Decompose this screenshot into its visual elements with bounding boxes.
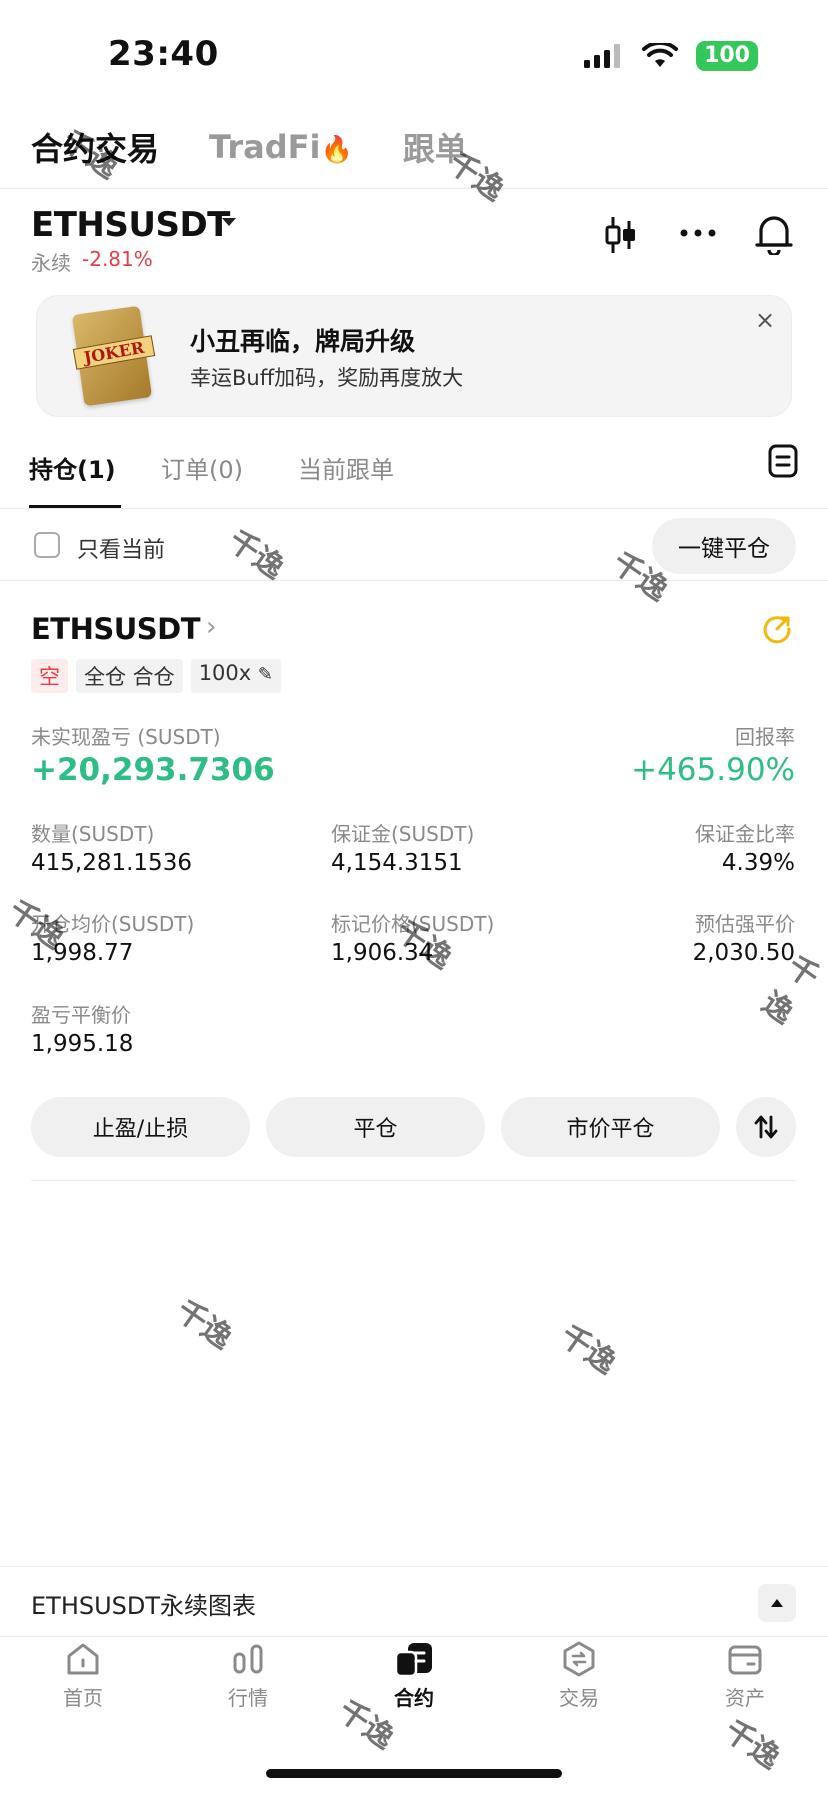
close-all-button[interactable]: 一键平仓 [652, 518, 796, 574]
battery-indicator: 100 [696, 41, 758, 71]
nav-market-label: 行情 [228, 1686, 268, 1710]
nav-home-label: 首页 [63, 1686, 103, 1710]
close-position-button[interactable]: 平仓 [266, 1097, 485, 1157]
nav-home[interactable]: 首页 [13, 1640, 153, 1711]
banner-title: 小丑再临，牌局升级 [190, 327, 416, 356]
nav-futures-label: 合约 [394, 1686, 434, 1710]
tab-current-copytrade[interactable]: 当前跟单 [298, 450, 394, 485]
position-symbol[interactable]: ETHSUSDT [31, 612, 201, 646]
symbol-selector[interactable]: ETHSUSDT [31, 205, 230, 245]
trade-icon [563, 1641, 595, 1677]
home-indicator[interactable] [266, 1769, 562, 1778]
reverse-position-button[interactable] [736, 1097, 796, 1157]
side-tag: 空 [31, 659, 68, 693]
notification-bell-icon[interactable] [755, 213, 793, 255]
wifi-icon [642, 43, 679, 67]
margin-label: 保证金(SUSDT) [331, 822, 475, 846]
card-divider [31, 1180, 796, 1181]
tab-tradfi-label: TradFi [209, 128, 321, 166]
chevron-down-icon[interactable] [222, 218, 236, 226]
breakeven-value: 1,995.18 [31, 1031, 134, 1057]
current-only-checkbox[interactable] [34, 532, 60, 558]
edit-pencil-icon: ✎ [257, 664, 273, 685]
order-history-icon[interactable] [768, 444, 798, 478]
chevron-right-icon[interactable]: › [206, 612, 216, 642]
tpsl-button[interactable]: 止盈/止损 [31, 1097, 250, 1157]
more-options-icon[interactable] [680, 227, 716, 239]
status-time: 23:40 [108, 34, 219, 74]
market-icon [233, 1644, 263, 1674]
swap-arrows-icon [754, 1115, 778, 1139]
current-only-label: 只看当前 [77, 538, 166, 563]
liq-price-label[interactable]: 预估强平价 [695, 908, 795, 937]
nav-top-divider [0, 1636, 828, 1637]
nav-assets[interactable]: 资产 [675, 1640, 815, 1711]
watermark: 千逸 [221, 523, 291, 587]
unrealized-pnl-value: +20,293.7306 [31, 752, 275, 788]
nav-futures[interactable]: 合约 [344, 1640, 484, 1711]
nav-trade-label: 交易 [559, 1686, 599, 1710]
contract-type: 永续 [31, 251, 71, 275]
chart-expand-button[interactable] [758, 1584, 796, 1622]
liq-price-value: 2,030.50 [692, 940, 795, 966]
watermark: 千逸 [553, 1318, 623, 1382]
roe-label: 回报率 [735, 725, 795, 749]
breakeven-label[interactable]: 盈亏平衡价 [31, 999, 131, 1028]
leverage-tag[interactable]: 100x ✎ [190, 659, 281, 693]
banner-subtitle: 幸运Buff加码，奖励再度放大 [190, 366, 464, 390]
tab-positions[interactable]: 持仓(1) [29, 450, 116, 485]
margin-value: 4,154.3151 [331, 850, 463, 876]
status-icons: 100 [584, 38, 758, 74]
triangle-up-icon [771, 1599, 783, 1607]
margin-mode-tag: 全仓 合仓 [76, 659, 183, 693]
wallet-icon [728, 1645, 762, 1675]
price-change: -2.81% [82, 247, 153, 271]
margin-ratio-value: 4.39% [721, 850, 795, 876]
tabs-divider [0, 508, 828, 509]
header-divider [0, 188, 828, 189]
roe-value: +465.90% [631, 752, 795, 788]
cellular-signal-icon [584, 44, 621, 68]
banner-close-icon[interactable]: × [755, 306, 775, 334]
share-icon[interactable] [762, 614, 792, 644]
tab-orders[interactable]: 订单(0) [161, 450, 243, 485]
tab-tradfi[interactable]: TradFi🔥 [209, 128, 353, 166]
chart-bar-label[interactable]: ETHSUSDT永续图表 [31, 1586, 256, 1621]
quantity-value: 415,281.1536 [31, 850, 192, 876]
margin-ratio-label[interactable]: 保证金比率 [695, 818, 795, 847]
futures-icon [394, 1643, 432, 1678]
position-tags: 空 全仓 合仓 100x ✎ [31, 659, 281, 693]
watermark: 千逸 [169, 1293, 239, 1357]
nav-market[interactable]: 行情 [178, 1640, 318, 1711]
filter-divider [0, 580, 828, 581]
watermark: 千逸 [717, 1713, 787, 1777]
fire-icon: 🔥 [320, 135, 353, 165]
candlestick-chart-icon[interactable] [604, 215, 638, 255]
unrealized-pnl-label: 未实现盈亏 (SUSDT) [31, 725, 221, 749]
leverage-value: 100x [198, 661, 252, 685]
market-close-button[interactable]: 市价平仓 [501, 1097, 720, 1157]
nav-assets-label: 资产 [725, 1686, 765, 1710]
chart-bar-top-divider [0, 1566, 828, 1567]
home-icon [67, 1643, 99, 1675]
quantity-label[interactable]: 数量(SUSDT) [31, 818, 154, 847]
nav-trade[interactable]: 交易 [509, 1640, 649, 1711]
